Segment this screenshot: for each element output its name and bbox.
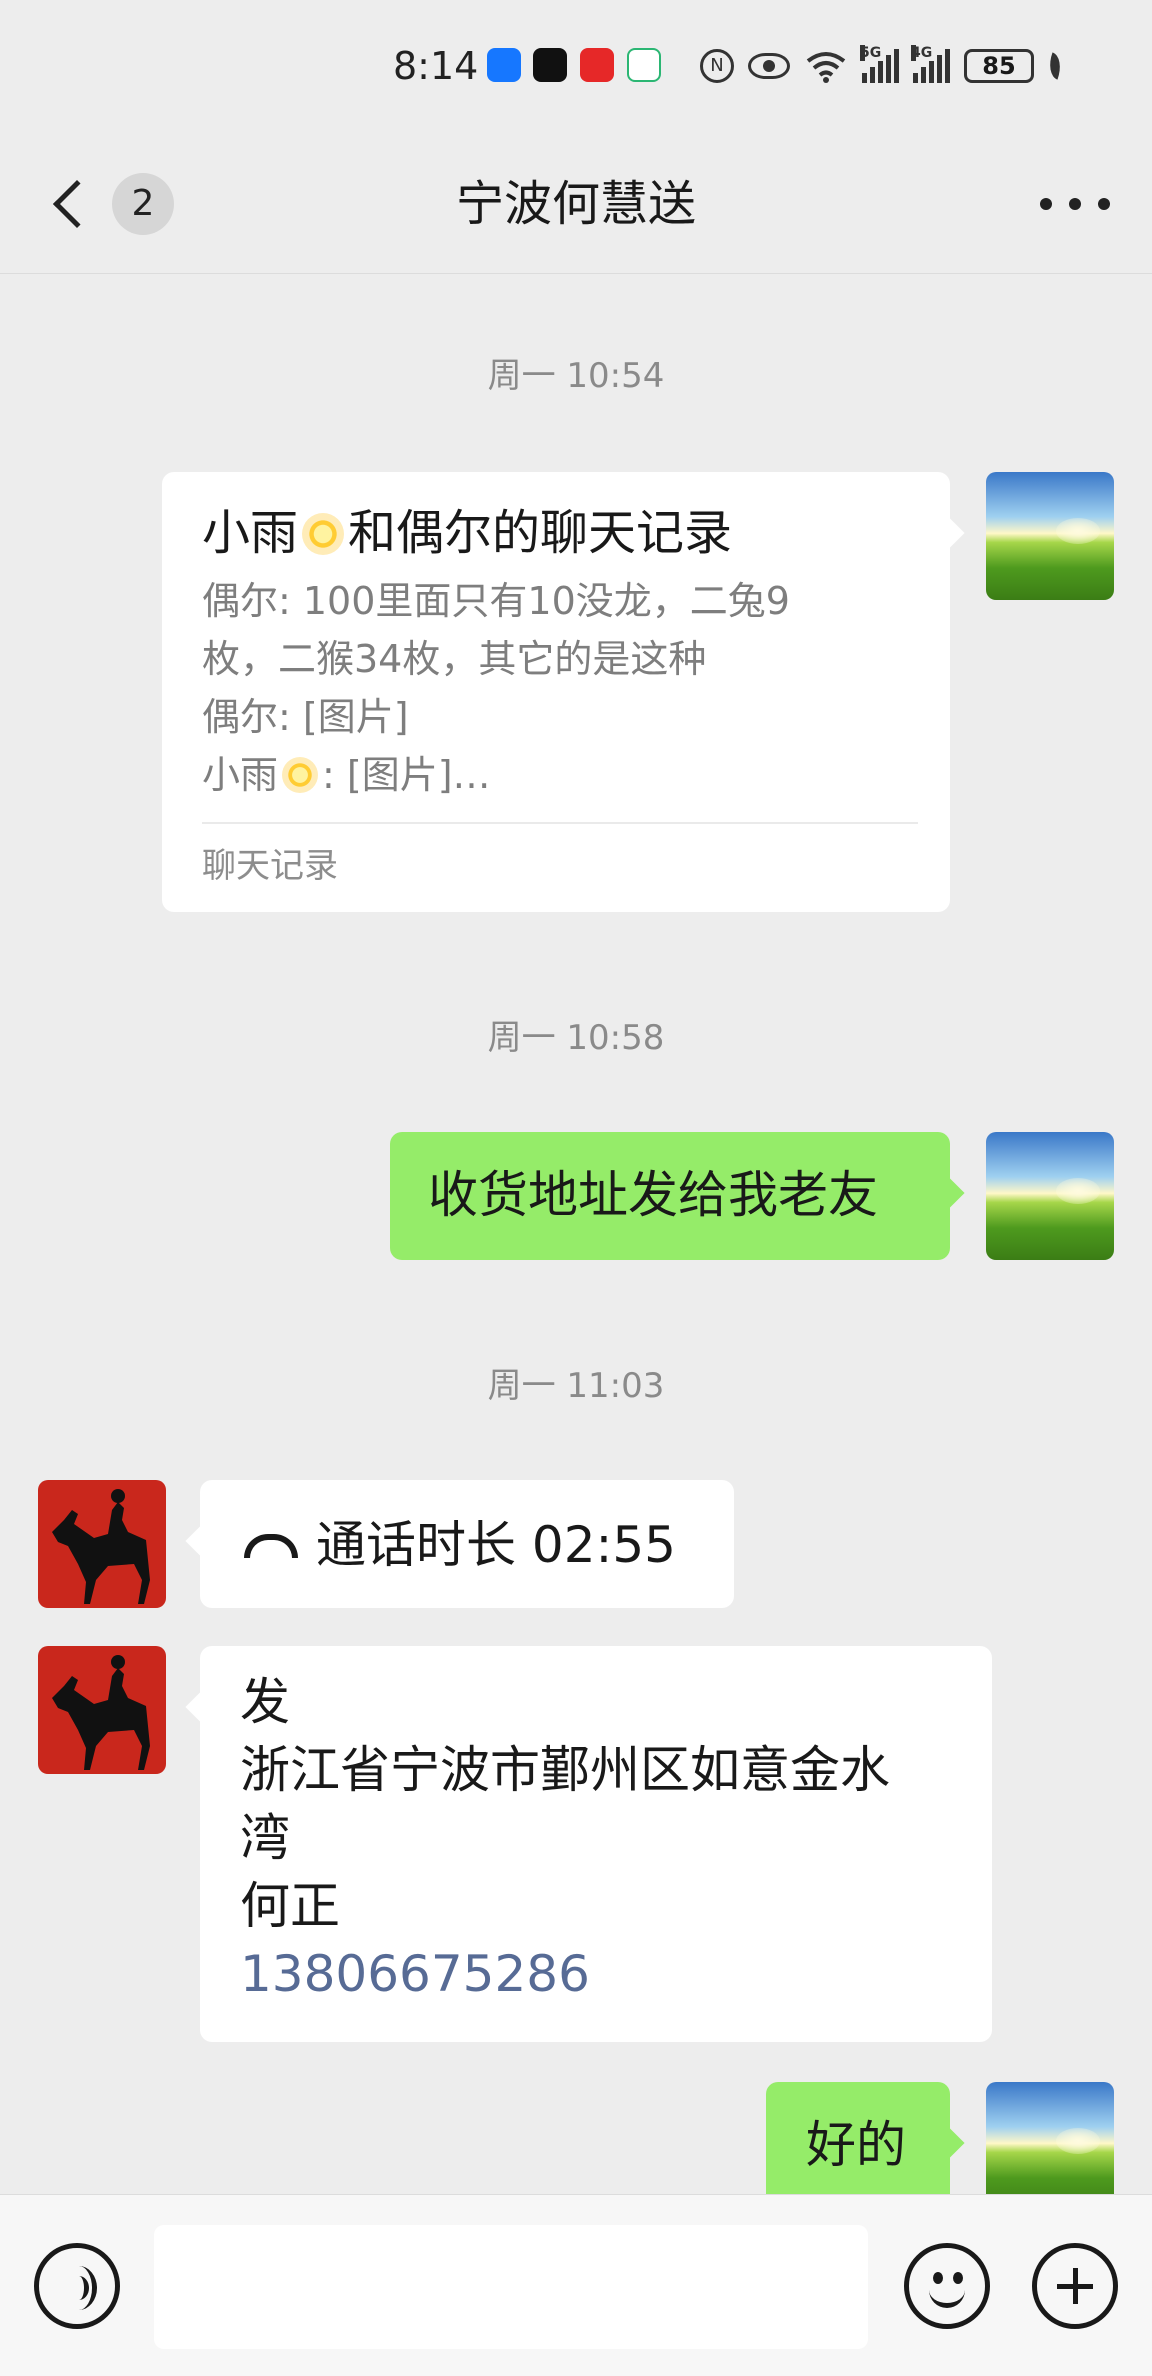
horse-rider-icon [52, 1655, 150, 1770]
message-text: 收货地址发给我老友 [428, 1166, 878, 1224]
preview-line-4-name: 小雨 [202, 753, 279, 797]
sun-emoji-icon [302, 513, 345, 555]
alipay-icon [487, 48, 521, 82]
address-line-3: 湾 [240, 1809, 290, 1867]
preview-line-1: 偶尔: 100里面只有10没龙，二兔9 [202, 579, 790, 623]
tiktok-icon [533, 48, 567, 82]
timestamp: 周一 10:54 [487, 356, 665, 396]
recipient-name: 何正 [240, 1877, 340, 1935]
call-record-bubble[interactable]: 通话时长 02:55 [185, 1480, 734, 1608]
power-saving-leaf-icon [1044, 52, 1066, 80]
preview-line-2: 枚，二猴34枚，其它的是这种 [202, 637, 707, 681]
status-time: 8:14 [393, 44, 479, 88]
sent-message-bubble[interactable]: 好的 [766, 2082, 965, 2210]
sun-emoji-icon [282, 757, 319, 793]
voice-icon[interactable] [34, 2243, 120, 2329]
status-bar: 8:14 N 5G 4G 85 [0, 0, 1152, 134]
more-dots-icon[interactable] [1040, 164, 1110, 244]
call-duration: 通话时长 02:55 [316, 1516, 676, 1574]
mobile-carrier-icon [627, 48, 661, 82]
chat-record-footer: 聊天记录 [202, 846, 338, 886]
address-line-2: 浙江省宁波市鄞州区如意金水 [240, 1741, 890, 1799]
my-avatar[interactable] [986, 1132, 1114, 1260]
chat-record-card[interactable]: 小雨 和偶尔的聊天记录 偶尔: 100里面只有10没龙，二兔9 枚，二猴34枚，其… [162, 472, 965, 912]
my-avatar[interactable] [986, 472, 1114, 600]
wifi-icon [806, 52, 846, 83]
emoji-icon[interactable] [904, 2243, 990, 2329]
chat-record-title-suffix: 和偶尔的聊天记录 [348, 505, 733, 561]
input-bar [0, 2194, 1152, 2376]
contact-avatar[interactable] [38, 1646, 166, 1774]
contact-avatar[interactable] [38, 1480, 166, 1608]
horse-rider-icon [52, 1489, 150, 1604]
my-avatar[interactable] [986, 2082, 1114, 2210]
address-message-bubble[interactable]: 发 浙江省宁波市鄞州区如意金水 湾 何正 13806675286 [185, 1646, 992, 2042]
chat-title: 宁波何慧送 [455, 176, 696, 232]
preview-line-3: 偶尔: [图片] [202, 695, 409, 739]
preview-line-4: 小雨 : [图片]… [202, 746, 918, 804]
preview-line-4-text: : [图片]… [322, 753, 491, 797]
timestamp: 周一 11:03 [487, 1366, 665, 1406]
chat-record-name-xiaoyu: 小雨 [202, 505, 299, 561]
bank-icon [580, 48, 614, 82]
sent-message-bubble[interactable]: 收货地址发给我老友 [390, 1132, 965, 1260]
network-5g-label: 5G [860, 45, 882, 61]
eye-comfort-icon [748, 53, 790, 79]
network-4g-label: 4G [911, 45, 933, 61]
message-input[interactable] [154, 2225, 868, 2349]
status-icons: N 5G 4G 85 [700, 45, 1066, 84]
address-line-1: 发 [240, 1673, 290, 1731]
chat-record-title: 小雨 和偶尔的聊天记录 [202, 502, 918, 564]
card-divider [202, 822, 918, 824]
battery-icon: 85 [964, 49, 1034, 83]
phone-hangup-icon [244, 1534, 298, 1558]
phone-number-link[interactable]: 13806675286 [240, 1940, 992, 2008]
signal-5g-icon: 5G [860, 45, 899, 83]
message-text: 好的 [806, 2116, 906, 2174]
signal-4g-icon: 4G [911, 45, 950, 83]
chat-record-preview: 偶尔: 100里面只有10没龙，二兔9 枚，二猴34枚，其它的是这种 偶尔: [… [202, 572, 918, 804]
plus-icon[interactable] [1032, 2243, 1118, 2329]
nfc-icon: N [700, 49, 734, 83]
chat-header: 2 宁波何慧送 [0, 134, 1152, 274]
timestamp: 周一 10:58 [487, 1018, 665, 1058]
